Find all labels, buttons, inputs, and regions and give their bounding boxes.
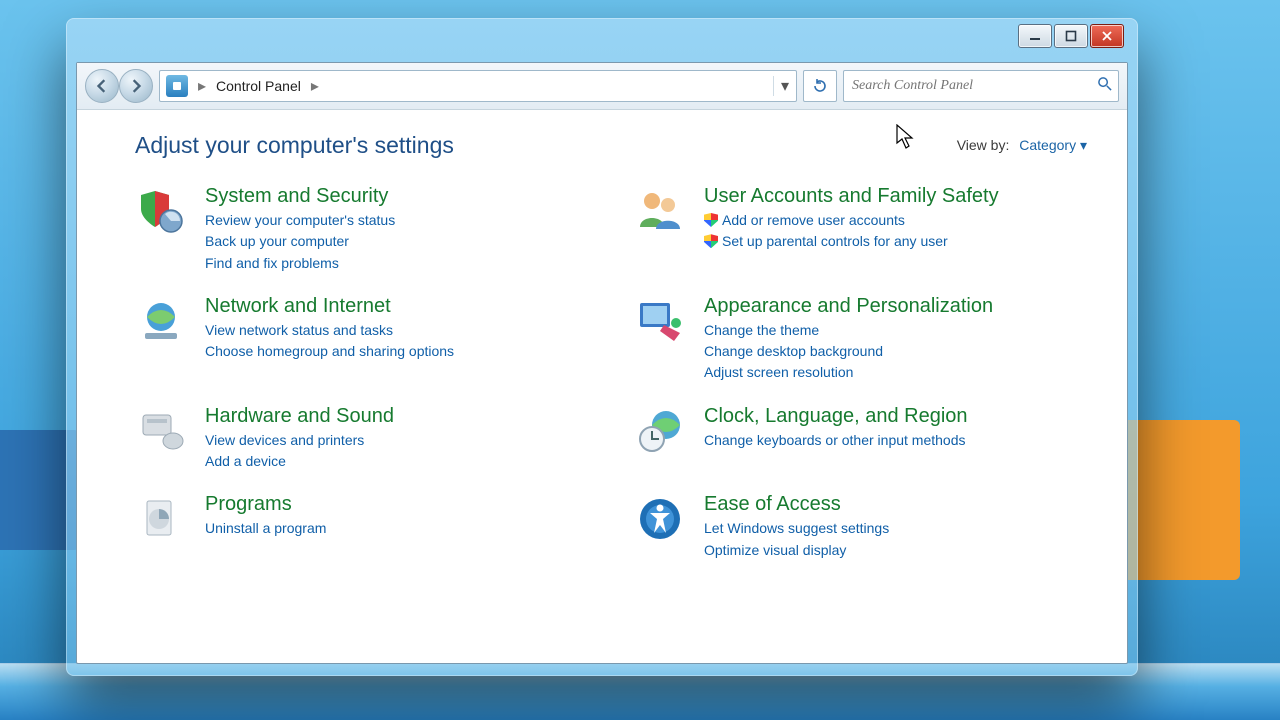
toolbar: ▸ Control Panel ▸ ▾	[77, 63, 1127, 110]
task-link[interactable]: Review your computer's status	[205, 210, 395, 230]
category-hardware: Hardware and Sound View devices and prin…	[135, 405, 588, 472]
uac-shield-icon	[704, 213, 718, 227]
task-link[interactable]: Add or remove user accounts	[704, 210, 999, 230]
task-link[interactable]: Change the theme	[704, 320, 993, 340]
desktop: ▸ Control Panel ▸ ▾ Adjust	[0, 0, 1280, 720]
category-network: Network and Internet View network status…	[135, 295, 588, 383]
task-link[interactable]: Change desktop background	[704, 341, 993, 361]
ease-of-access-icon	[634, 493, 686, 545]
task-link[interactable]: Back up your computer	[205, 231, 395, 251]
category-link[interactable]: Appearance and Personalization	[704, 295, 993, 317]
task-link[interactable]: Add a device	[205, 451, 394, 471]
breadcrumb-root[interactable]: Control Panel	[210, 78, 307, 94]
task-link[interactable]: Optimize visual display	[704, 540, 889, 560]
task-link[interactable]: View network status and tasks	[205, 320, 454, 340]
page-title: Adjust your computer's settings	[135, 132, 454, 159]
back-button[interactable]	[85, 69, 119, 103]
view-by-dropdown[interactable]: Category	[1019, 137, 1087, 153]
search-icon	[1097, 76, 1112, 96]
category-link[interactable]: User Accounts and Family Safety	[704, 185, 999, 207]
task-link[interactable]: View devices and printers	[205, 430, 394, 450]
maximize-button[interactable]	[1054, 24, 1088, 48]
link-list: Add or remove user accounts Set up paren…	[704, 210, 999, 252]
task-link[interactable]: Set up parental controls for any user	[704, 231, 999, 251]
task-link[interactable]: Choose homegroup and sharing options	[205, 341, 454, 361]
user-accounts-icon	[634, 185, 686, 237]
task-link[interactable]: Change keyboards or other input methods	[704, 430, 968, 450]
link-list: View devices and printers Add a device	[205, 430, 394, 472]
category-programs: Programs Uninstall a program	[135, 493, 588, 560]
category-link[interactable]: System and Security	[205, 185, 388, 207]
category-link[interactable]: Ease of Access	[704, 493, 841, 515]
minimize-button[interactable]	[1018, 24, 1052, 48]
clock-language-icon	[634, 405, 686, 457]
forward-button[interactable]	[119, 69, 153, 103]
category-link[interactable]: Clock, Language, and Region	[704, 405, 968, 427]
search-box[interactable]	[843, 70, 1119, 102]
hardware-icon	[135, 405, 187, 457]
category-appearance: Appearance and Personalization Change th…	[634, 295, 1087, 383]
search-input[interactable]	[850, 77, 1097, 95]
breadcrumb-sep: ▸	[194, 76, 210, 96]
content-area: Adjust your computer's settings View by:…	[77, 110, 1127, 663]
task-link[interactable]: Uninstall a program	[205, 518, 326, 538]
category-link[interactable]: Programs	[205, 493, 292, 515]
control-panel-icon	[166, 75, 188, 97]
task-link[interactable]: Let Windows suggest settings	[704, 518, 889, 538]
link-list: Change keyboards or other input methods	[704, 430, 968, 450]
link-list: View network status and tasks Choose hom…	[205, 320, 454, 362]
category-link[interactable]: Network and Internet	[205, 295, 391, 317]
category-ease-of-access: Ease of Access Let Windows suggest setti…	[634, 493, 1087, 560]
address-bar[interactable]: ▸ Control Panel ▸ ▾	[159, 70, 797, 102]
control-panel-window: ▸ Control Panel ▸ ▾ Adjust	[66, 18, 1138, 676]
task-link[interactable]: Find and fix problems	[205, 253, 395, 273]
task-link[interactable]: Adjust screen resolution	[704, 362, 993, 382]
category-user-accounts: User Accounts and Family Safety Add or r…	[634, 185, 1087, 273]
appearance-icon	[634, 295, 686, 347]
link-list: Review your computer's status Back up yo…	[205, 210, 395, 273]
link-list: Change the theme Change desktop backgrou…	[704, 320, 993, 383]
uac-shield-icon	[704, 234, 718, 248]
link-list: Let Windows suggest settings Optimize vi…	[704, 518, 889, 560]
address-dropdown[interactable]: ▾	[773, 76, 796, 96]
system-security-icon	[135, 185, 187, 237]
network-icon	[135, 295, 187, 347]
category-system-security: System and Security Review your computer…	[135, 185, 588, 273]
breadcrumb-sep: ▸	[307, 76, 323, 96]
category-clock-language: Clock, Language, and Region Change keybo…	[634, 405, 1087, 472]
category-link[interactable]: Hardware and Sound	[205, 405, 394, 427]
close-button[interactable]	[1090, 24, 1124, 48]
link-list: Uninstall a program	[205, 518, 326, 538]
view-by: View by: Category	[957, 137, 1087, 154]
refresh-button[interactable]	[803, 70, 837, 102]
view-by-label: View by:	[957, 137, 1010, 153]
programs-icon	[135, 493, 187, 545]
